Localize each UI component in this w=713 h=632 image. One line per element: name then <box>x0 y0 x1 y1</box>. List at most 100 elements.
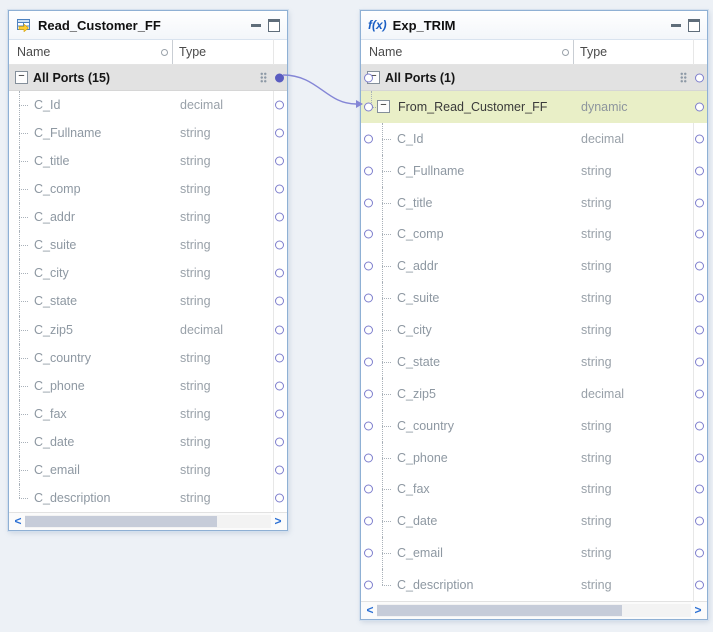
port-row[interactable]: C_title string <box>361 186 707 219</box>
transformation-titlebar[interactable]: f(x) Exp_TRIM <box>361 11 707 40</box>
output-port-circle[interactable] <box>695 229 704 239</box>
group-output-port-circle[interactable] <box>275 73 284 82</box>
input-port-circle[interactable] <box>364 166 373 176</box>
output-port-circle[interactable] <box>275 409 284 419</box>
output-port-circle[interactable] <box>695 453 704 463</box>
collapse-button[interactable] <box>671 23 681 27</box>
column-header-type[interactable]: Type <box>574 40 694 64</box>
port-row[interactable]: C_zip5 decimal <box>9 315 287 344</box>
scrollbar-thumb[interactable] <box>25 516 217 527</box>
output-port-circle[interactable] <box>695 198 704 208</box>
input-port-circle[interactable] <box>364 198 373 208</box>
output-port-circle[interactable] <box>695 166 704 176</box>
transformation-box-read-customer-ff[interactable]: Read_Customer_FF Name Type − All Ports (… <box>8 10 288 531</box>
output-port-circle[interactable] <box>695 357 704 367</box>
drag-handle-icon[interactable] <box>680 72 687 83</box>
horizontal-scrollbar[interactable]: < > <box>361 601 707 619</box>
input-port-circle[interactable] <box>364 261 373 271</box>
scrollbar-thumb[interactable] <box>377 605 622 616</box>
output-port-circle[interactable] <box>275 212 284 222</box>
input-port-circle[interactable] <box>364 484 373 494</box>
maximize-button[interactable] <box>688 18 700 32</box>
maximize-button[interactable] <box>268 18 280 32</box>
drag-handle-icon[interactable] <box>260 72 267 83</box>
scrollbar-track[interactable] <box>377 604 691 617</box>
input-port-circle[interactable] <box>364 421 373 431</box>
all-ports-group-row[interactable]: − All Ports (1) <box>361 65 707 91</box>
port-row[interactable]: C_email string <box>361 537 707 570</box>
port-row[interactable]: C_fax string <box>9 399 287 428</box>
port-row[interactable]: C_title string <box>9 147 287 176</box>
output-port-circle[interactable] <box>695 102 704 112</box>
port-row[interactable]: C_phone string <box>361 441 707 474</box>
input-port-circle[interactable] <box>364 580 373 590</box>
collapse-expander-icon[interactable]: − <box>15 71 28 84</box>
port-row[interactable]: C_city string <box>361 314 707 346</box>
output-port-circle[interactable] <box>275 100 284 110</box>
output-port-circle[interactable] <box>275 184 284 194</box>
output-port-circle[interactable] <box>275 240 284 250</box>
port-row[interactable]: C_description string <box>9 483 287 512</box>
output-port-circle[interactable] <box>695 261 704 271</box>
port-row[interactable]: C_addr string <box>361 250 707 283</box>
transformation-titlebar[interactable]: Read_Customer_FF <box>9 11 287 40</box>
scrollbar-track[interactable] <box>25 515 271 528</box>
port-row[interactable]: C_suite string <box>361 282 707 315</box>
port-row[interactable]: C_Fullname string <box>9 119 287 148</box>
output-port-circle[interactable] <box>695 389 704 399</box>
port-row[interactable]: C_phone string <box>9 371 287 400</box>
output-port-circle[interactable] <box>695 293 704 303</box>
input-port-circle[interactable] <box>364 102 373 112</box>
port-row[interactable]: C_email string <box>9 455 287 484</box>
scroll-left-icon[interactable]: < <box>363 603 377 618</box>
port-row[interactable]: C_suite string <box>9 231 287 260</box>
port-row[interactable]: C_Id decimal <box>9 91 287 120</box>
port-row[interactable]: C_date string <box>9 427 287 456</box>
output-port-circle[interactable] <box>275 437 284 447</box>
input-port-circle[interactable] <box>364 516 373 526</box>
output-port-circle[interactable] <box>695 421 704 431</box>
port-row[interactable]: C_comp string <box>9 175 287 204</box>
output-port-circle[interactable] <box>695 548 704 558</box>
group-output-port-circle[interactable] <box>695 73 704 82</box>
input-port-circle[interactable] <box>364 548 373 558</box>
scroll-left-icon[interactable]: < <box>11 514 25 529</box>
port-row[interactable]: C_comp string <box>361 218 707 251</box>
output-port-circle[interactable] <box>275 493 284 503</box>
port-row[interactable]: C_Fullname string <box>361 154 707 187</box>
input-port-circle[interactable] <box>364 325 373 335</box>
input-port-circle[interactable] <box>364 389 373 399</box>
dynamic-port-row[interactable]: − From_Read_Customer_FF dynamic <box>361 91 707 123</box>
output-port-circle[interactable] <box>275 465 284 475</box>
input-port-circle[interactable] <box>364 293 373 303</box>
output-port-circle[interactable] <box>695 484 704 494</box>
horizontal-scrollbar[interactable]: < > <box>9 512 287 530</box>
port-row[interactable]: C_country string <box>361 409 707 442</box>
port-row[interactable]: C_fax string <box>361 473 707 506</box>
output-port-circle[interactable] <box>275 353 284 363</box>
input-port-circle[interactable] <box>364 357 373 367</box>
output-port-circle[interactable] <box>695 580 704 590</box>
mapping-canvas[interactable]: Read_Customer_FF Name Type − All Ports (… <box>0 0 713 632</box>
collapse-expander-icon[interactable]: − <box>377 100 390 114</box>
output-port-circle[interactable] <box>695 516 704 526</box>
port-row[interactable]: C_date string <box>361 505 707 538</box>
port-row[interactable]: C_state string <box>361 346 707 378</box>
port-row[interactable]: C_Id decimal <box>361 122 707 155</box>
input-port-circle[interactable] <box>364 134 373 144</box>
port-row[interactable]: C_zip5 decimal <box>361 377 707 410</box>
input-port-circle[interactable] <box>364 453 373 463</box>
output-port-circle[interactable] <box>695 325 704 335</box>
column-header-type[interactable]: Type <box>173 40 274 64</box>
all-ports-group-row[interactable]: − All Ports (15) <box>9 65 287 91</box>
output-port-circle[interactable] <box>695 134 704 144</box>
output-port-circle[interactable] <box>275 381 284 391</box>
input-port-circle[interactable] <box>364 229 373 239</box>
scroll-right-icon[interactable]: > <box>271 514 285 529</box>
scroll-right-icon[interactable]: > <box>691 603 705 618</box>
port-row[interactable]: C_city string <box>9 259 287 288</box>
transformation-box-exp-trim[interactable]: f(x) Exp_TRIM Name Type − All Ports (1) <box>360 10 708 620</box>
collapse-button[interactable] <box>251 23 261 27</box>
output-port-circle[interactable] <box>275 296 284 306</box>
column-header-name[interactable]: Name <box>9 40 173 64</box>
